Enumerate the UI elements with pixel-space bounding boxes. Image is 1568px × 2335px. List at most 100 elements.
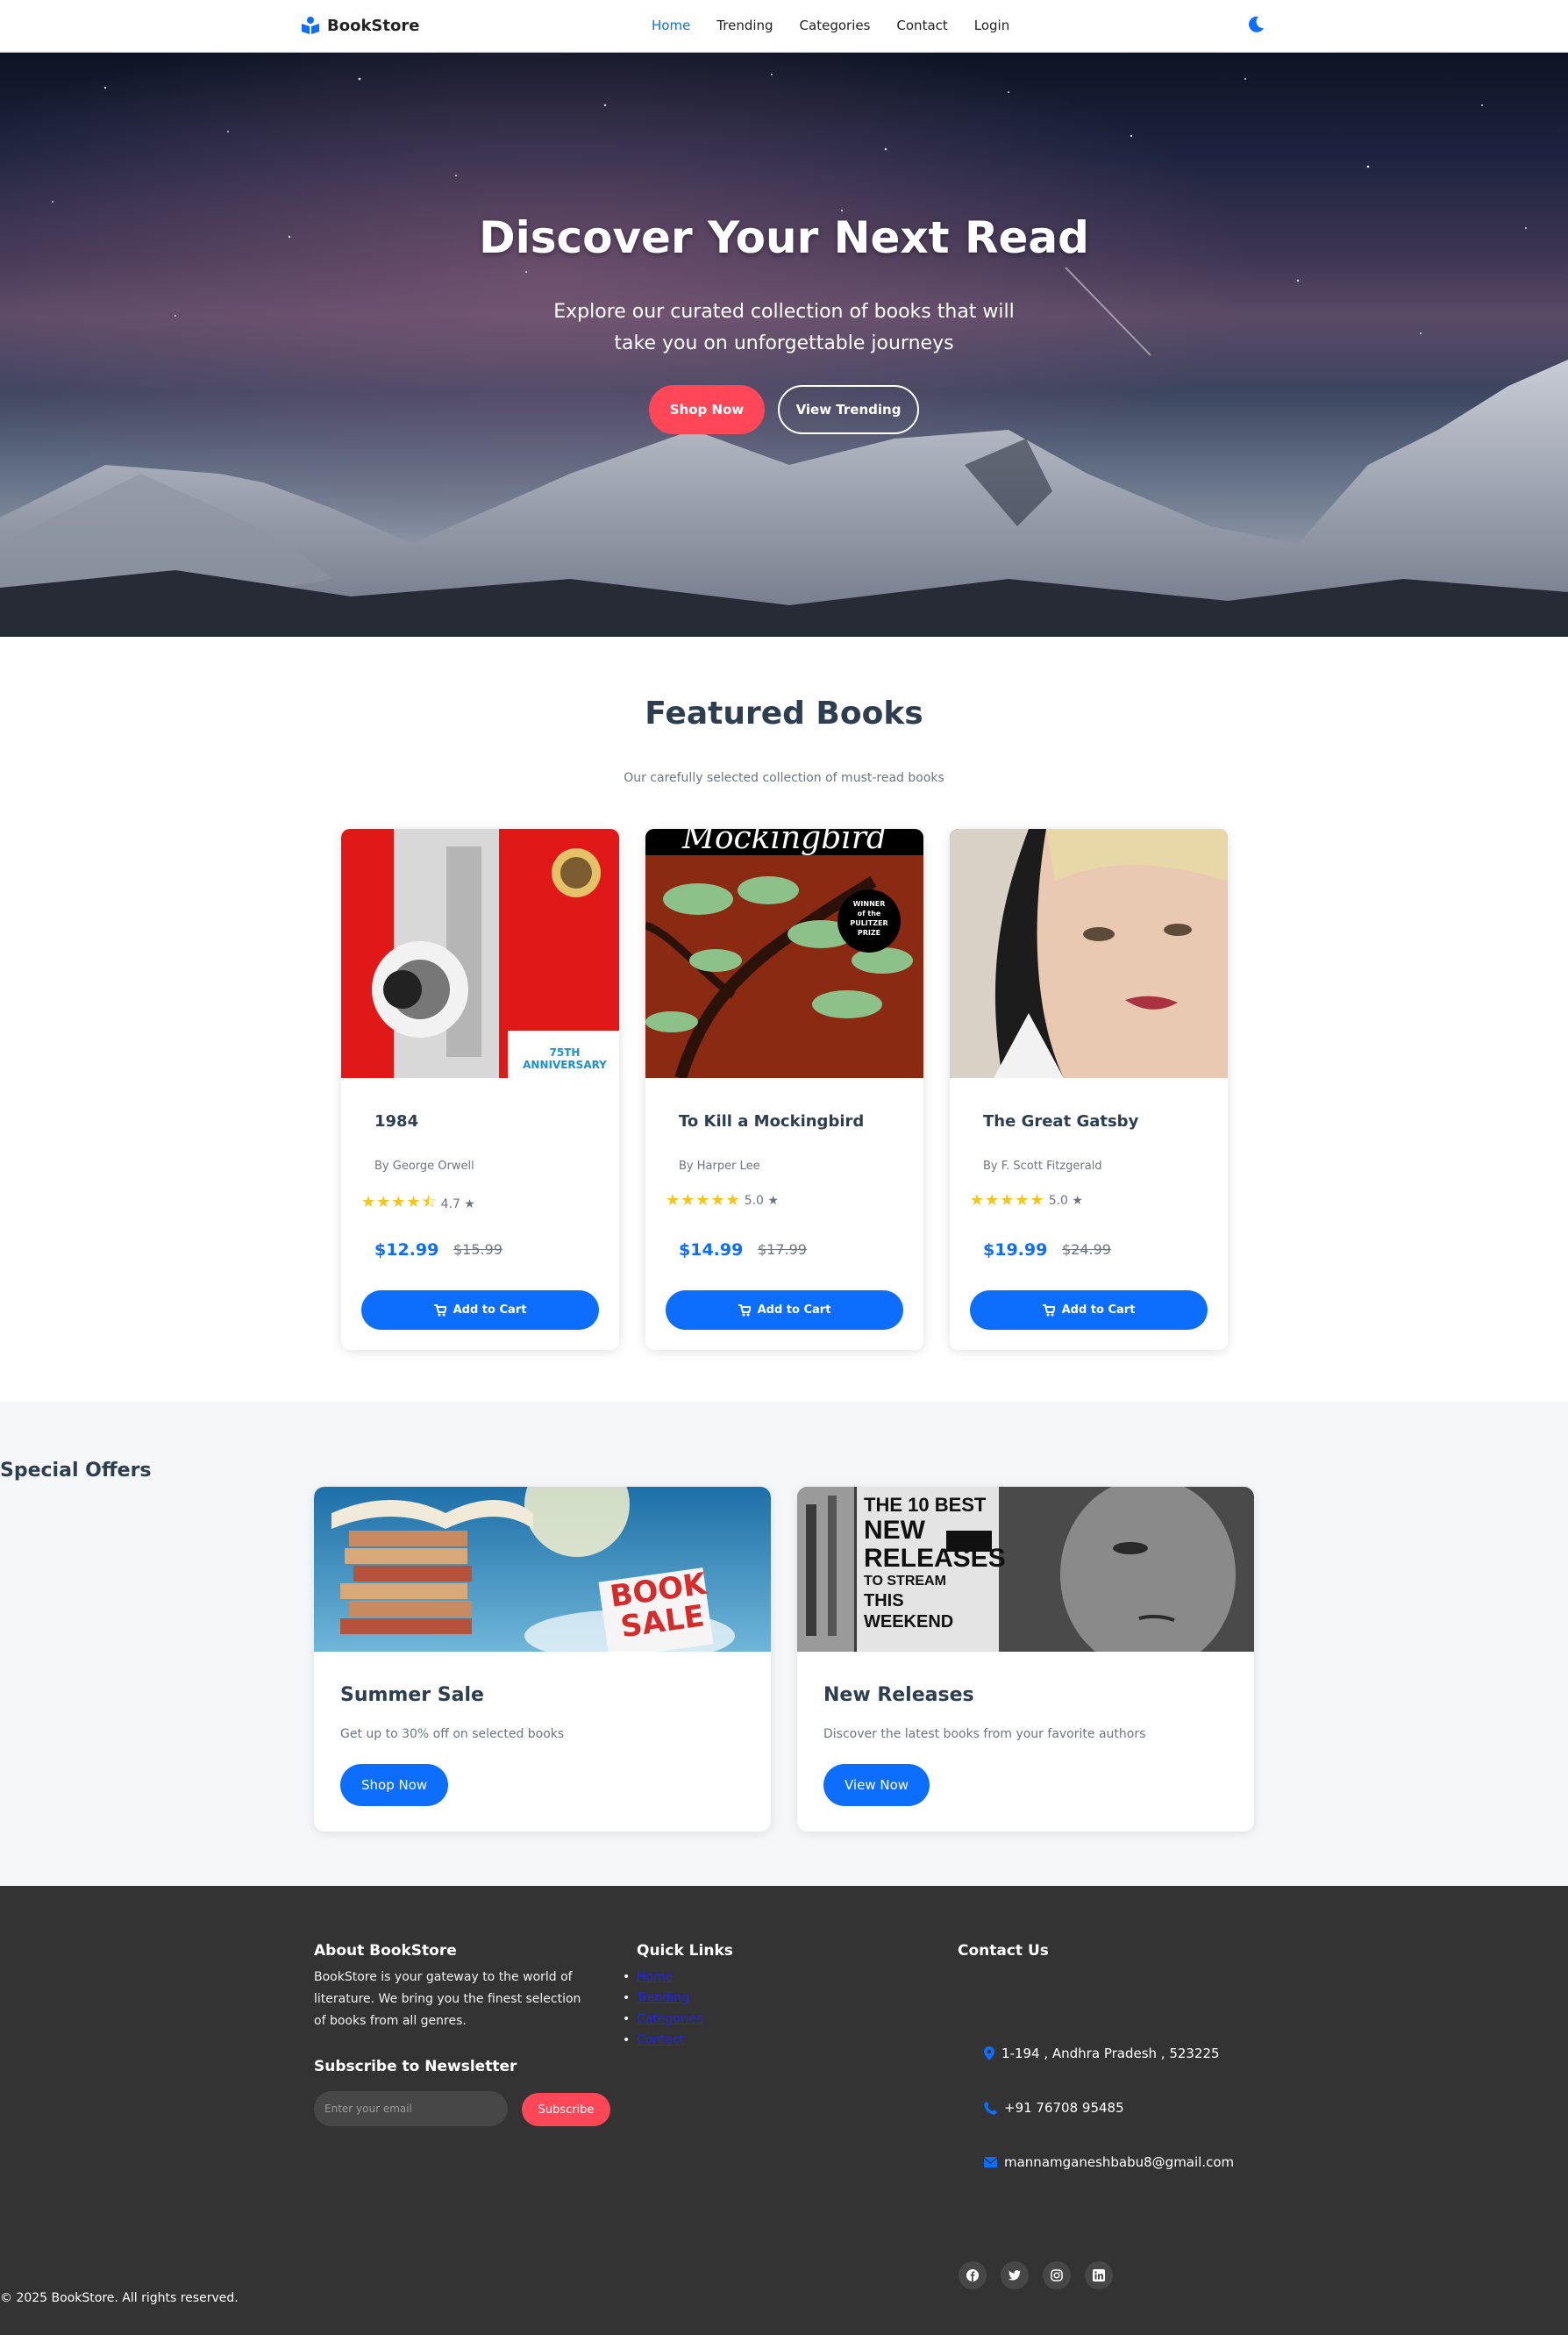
book-cover-1984[interactable]: 75TH ANNIVERSARY	[341, 829, 619, 1078]
brand-name: BookStore	[327, 16, 420, 35]
offer-view-now-button[interactable]: View Now	[823, 1764, 930, 1806]
poster-line: THIS WEEKEND	[864, 1591, 954, 1632]
rating-value: 5.0 ★	[744, 1193, 779, 1208]
envelope-icon	[984, 2157, 997, 2167]
badge-line: WINNER	[852, 900, 886, 908]
contact-phone-text: +91 76708 95485	[1004, 2100, 1124, 2116]
subscribe-button[interactable]: Subscribe	[522, 2093, 610, 2126]
book-card-mockingbird: Mockingbird WINNER of the PULITZER PRIZE…	[645, 829, 923, 1350]
footer-about-text: BookStore is your gateway to the world o…	[314, 1970, 581, 2028]
phone-icon	[984, 2101, 997, 2115]
cart-icon	[433, 1303, 446, 1316]
contact-email-text: mannamganeshbabu8@gmail.com	[1004, 2154, 1235, 2170]
book-cover-gatsby[interactable]	[950, 829, 1228, 1078]
footer-links-title: Quick Links	[637, 1942, 733, 1960]
add-to-cart-label: Add to Cart	[453, 1303, 527, 1317]
contact-phone: +91 76708 95485	[984, 2100, 1124, 2116]
book-rating: ★★★★★ 5.0 ★	[666, 1191, 779, 1210]
special-offers-title: Special Offers	[0, 1460, 152, 1482]
book-price: $19.99	[983, 1240, 1048, 1260]
book-price: $14.99	[679, 1240, 744, 1260]
rating-value: 4.7 ★	[440, 1197, 475, 1211]
cart-icon	[1042, 1303, 1055, 1316]
nav-login[interactable]: Login	[974, 18, 1009, 33]
rating-stars-icon: ★★★★★	[970, 1191, 1045, 1210]
footer-link-contact[interactable]: Contact	[637, 2033, 684, 2047]
cart-icon	[738, 1303, 751, 1316]
offer-card-new-releases: THE 10 BEST NEW RELEASES TO STREAM THIS …	[797, 1487, 1254, 1832]
offer-image-summer-sale: BOOK SALE	[314, 1487, 771, 1652]
contact-email: mannamganeshbabu8@gmail.com	[984, 2154, 1234, 2170]
theme-toggle-button[interactable]	[1245, 14, 1266, 39]
cover-title-text: Mockingbird	[681, 829, 887, 856]
book-price: $12.99	[374, 1240, 439, 1260]
linkedin-icon	[1093, 2269, 1105, 2281]
rating-stars-icon: ★★★★⯪	[361, 1193, 438, 1211]
add-to-cart-button[interactable]: Add to Cart	[666, 1290, 903, 1330]
book-title: To Kill a Mockingbird	[679, 1112, 865, 1131]
list-item: Trending	[623, 1988, 702, 2009]
footer-link-categories[interactable]: Categories	[637, 2012, 702, 2026]
offer-shop-now-button[interactable]: Shop Now	[340, 1764, 449, 1806]
twitter-link[interactable]	[1001, 2261, 1029, 2289]
book-old-price: $17.99	[758, 1241, 807, 1258]
pulitzer-badge: WINNER of the PULITZER PRIZE	[843, 899, 895, 938]
map-marker-icon	[984, 2046, 994, 2060]
hero-shop-now-button[interactable]: Shop Now	[649, 385, 765, 434]
nav-home[interactable]: Home	[652, 18, 690, 33]
offer-title: Summer Sale	[340, 1684, 484, 1706]
offer-card-summer-sale: BOOK SALE Summer Sale Get up to 30% off …	[314, 1487, 771, 1832]
book-rating: ★★★★⯪ 4.7 ★	[361, 1191, 475, 1217]
newsletter-email-input[interactable]	[314, 2091, 508, 2126]
list-item: Categories	[623, 2009, 703, 2030]
featured-books-subtitle: Our carefully selected collection of mus…	[624, 771, 944, 785]
instagram-link[interactable]	[1043, 2261, 1071, 2289]
offer-image-new-releases: THE 10 BEST NEW RELEASES TO STREAM THIS …	[797, 1487, 1254, 1652]
book-author: By F. Scott Fitzgerald	[983, 1160, 1102, 1173]
linkedin-link[interactable]	[1085, 2261, 1113, 2289]
list-item: Contact	[623, 2030, 702, 2051]
book-reader-icon	[302, 17, 319, 34]
footer-link-trending[interactable]: Trending	[637, 1991, 689, 2005]
book-title: The Great Gatsby	[983, 1112, 1139, 1131]
contact-address: 1-194 , Andhra Pradesh , 523225	[984, 2046, 1220, 2061]
book-rating: ★★★★★ 5.0 ★	[970, 1191, 1083, 1210]
footer-link-home[interactable]: Home	[637, 1970, 673, 1984]
moon-icon	[1249, 16, 1264, 32]
footer-quick-links: Home Trending Categories Contact	[623, 1967, 703, 2051]
featured-books-title: Featured Books	[645, 696, 923, 732]
nav-trending[interactable]: Trending	[716, 18, 773, 33]
poster-line: THE 10 BEST	[864, 1494, 987, 1516]
facebook-icon	[966, 2269, 979, 2281]
contact-address-text: 1-194 , Andhra Pradesh , 523225	[1001, 2046, 1220, 2061]
offer-description: Discover the latest books from your favo…	[823, 1727, 1146, 1741]
navbar: BookStore Home Trending Categories Conta…	[0, 0, 1568, 53]
book-old-price: $24.99	[1062, 1241, 1111, 1258]
add-to-cart-button[interactable]: Add to Cart	[970, 1290, 1208, 1330]
copyright-text: © 2025 BookStore. All rights reserved.	[0, 2291, 239, 2305]
book-card-1984: 75TH ANNIVERSARY 1984 By George Orwell ★…	[341, 829, 619, 1350]
twitter-icon	[1009, 2270, 1021, 2281]
poster-line: NEW	[864, 1516, 925, 1545]
release-poster-text: THE 10 BEST NEW RELEASES TO STREAM THIS …	[864, 1494, 1006, 1632]
facebook-link[interactable]	[959, 2261, 987, 2289]
footer-contact-title: Contact Us	[958, 1942, 1049, 1960]
rating-value: 5.0 ★	[1048, 1193, 1083, 1208]
badge-line: of the	[857, 910, 881, 918]
book-title: 1984	[374, 1112, 419, 1131]
brand-logo[interactable]: BookStore	[301, 16, 419, 35]
nav-contact[interactable]: Contact	[896, 18, 947, 33]
nav-categories[interactable]: Categories	[800, 18, 871, 33]
add-to-cart-label: Add to Cart	[757, 1303, 831, 1317]
special-offers-section: Special Offers BOOK SALE Summer Sale Get…	[0, 1402, 1568, 1886]
poster-line: RELEASES	[864, 1544, 1006, 1573]
rating-stars-icon: ★★★★★	[666, 1191, 741, 1210]
badge-line: PULITZER	[850, 919, 888, 927]
book-author: By George Orwell	[374, 1160, 474, 1173]
list-item: Home	[623, 1967, 702, 1988]
add-to-cart-button[interactable]: Add to Cart	[361, 1290, 599, 1330]
hero-view-trending-button[interactable]: View Trending	[778, 385, 919, 434]
badge-line: PRIZE	[857, 929, 881, 937]
book-author: By Harper Lee	[679, 1160, 760, 1173]
book-cover-mockingbird[interactable]: Mockingbird WINNER of the PULITZER PRIZE	[645, 829, 923, 1078]
